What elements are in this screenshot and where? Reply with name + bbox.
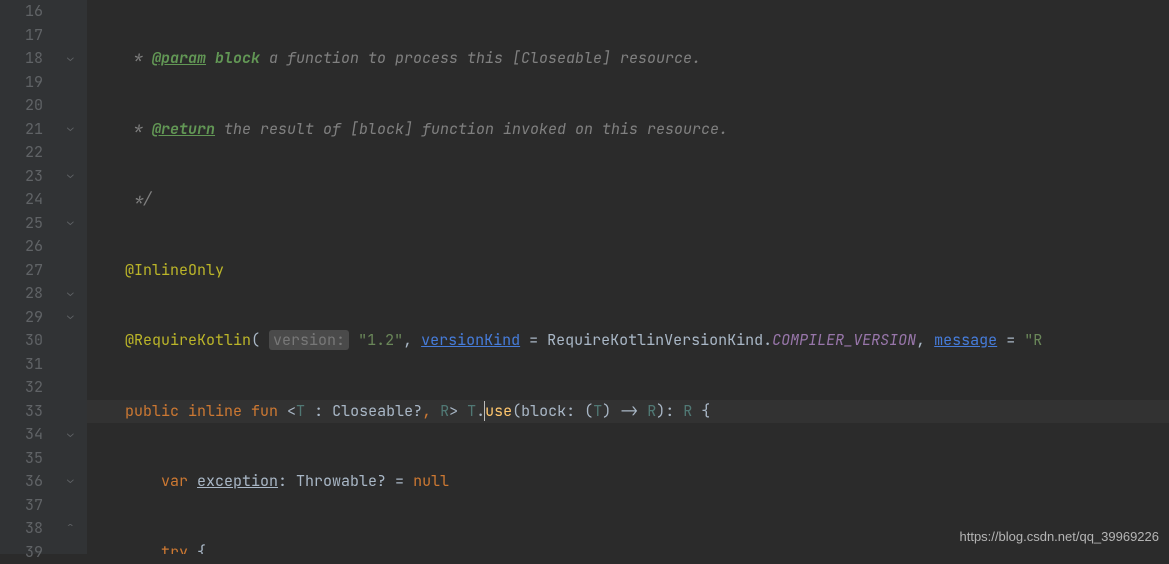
- code-editor[interactable]: 16 17 18 19 20 21 22 23 24 25 26 27 28 2…: [0, 0, 1169, 554]
- fold-column: ⌄ ⌄ ⌄ ⌄ ⌄ ⌄ ⌄ ⌄ ⌃: [65, 0, 87, 554]
- fold-icon[interactable]: ⌄: [67, 428, 79, 440]
- line-number: 25: [0, 212, 43, 236]
- code-area[interactable]: * @param block a function to process thi…: [87, 0, 1169, 554]
- line-number: 35: [0, 447, 43, 471]
- line-number: 26: [0, 235, 43, 259]
- fold-icon[interactable]: ⌄: [67, 169, 79, 181]
- line-number: 17: [0, 24, 43, 48]
- line-number: 27: [0, 259, 43, 283]
- line-number: 39: [0, 541, 43, 564]
- line-number: 29: [0, 306, 43, 330]
- line-number-gutter: 16 17 18 19 20 21 22 23 24 25 26 27 28 2…: [0, 0, 65, 554]
- watermark: https://blog.csdn.net/qq_39969226: [960, 525, 1160, 549]
- fold-icon[interactable]: ⌃: [67, 521, 79, 533]
- fold-icon[interactable]: ⌄: [67, 216, 79, 228]
- fold-icon[interactable]: ⌄: [67, 52, 79, 64]
- line-number: 32: [0, 376, 43, 400]
- code-line[interactable]: @RequireKotlin( version: "1.2", versionK…: [87, 329, 1169, 353]
- line-number: 34: [0, 423, 43, 447]
- fold-icon[interactable]: ⌄: [67, 474, 79, 486]
- code-line[interactable]: * @param block a function to process thi…: [87, 47, 1169, 71]
- fold-icon[interactable]: ⌄: [67, 287, 79, 299]
- line-number: 22: [0, 141, 43, 165]
- line-number: 21: [0, 118, 43, 142]
- fold-icon[interactable]: ⌄: [67, 122, 79, 134]
- line-number: 23: [0, 165, 43, 189]
- code-line[interactable]: var exception: Throwable? = null: [87, 470, 1169, 494]
- line-number: 18: [0, 47, 43, 71]
- code-line[interactable]: @InlineOnly: [87, 259, 1169, 283]
- line-number: 28: [0, 282, 43, 306]
- line-number: 30: [0, 329, 43, 353]
- line-number: 20: [0, 94, 43, 118]
- fold-icon[interactable]: ⌄: [67, 310, 79, 322]
- line-number: 36: [0, 470, 43, 494]
- line-number: 31: [0, 353, 43, 377]
- line-number: 38: [0, 517, 43, 541]
- line-number: 24: [0, 188, 43, 212]
- line-number: 16: [0, 0, 43, 24]
- code-line-current[interactable]: public inline fun <T : Closeable?, R> T.…: [87, 400, 1169, 424]
- line-number: 19: [0, 71, 43, 95]
- inlay-hint: version:: [269, 330, 349, 350]
- line-number: 33: [0, 400, 43, 424]
- code-line[interactable]: */: [87, 188, 1169, 212]
- line-number: 37: [0, 494, 43, 518]
- code-line[interactable]: * @return the result of [block] function…: [87, 118, 1169, 142]
